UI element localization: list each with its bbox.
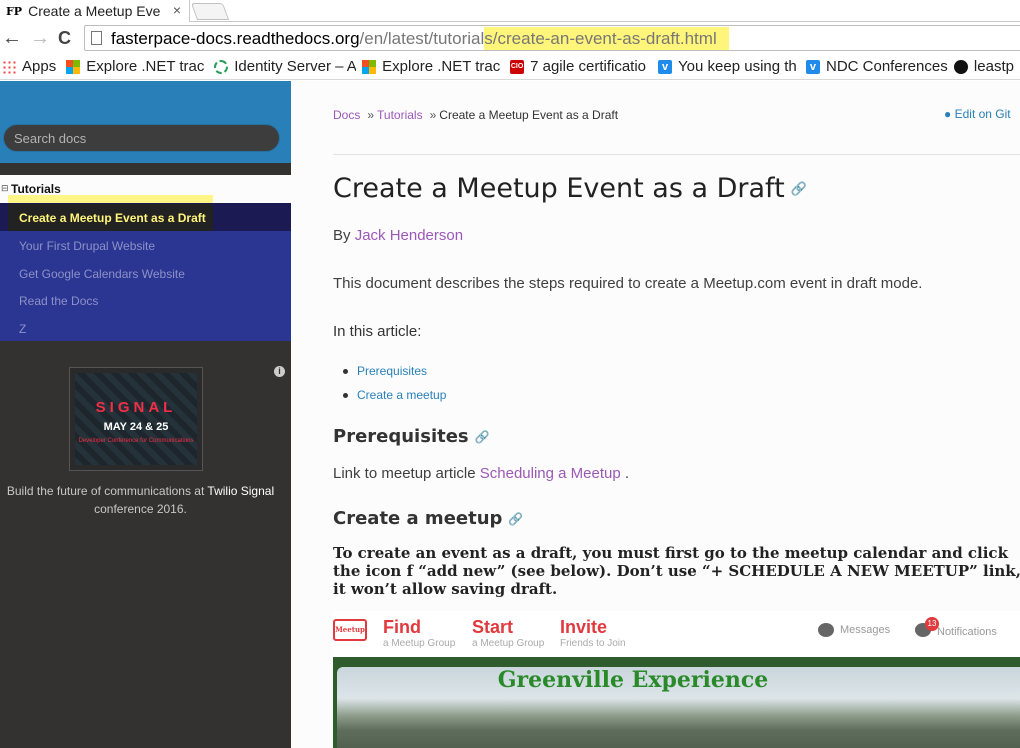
address-bar[interactable]: fasterpace-docs.readthedocs.org/en/lates… [84, 25, 1020, 51]
cio-icon: CIO [510, 59, 525, 74]
bookmarks-bar: Apps Explore .NET trac Identity Server –… [0, 54, 1020, 80]
bookmark-item[interactable]: Explore .NET trac [64, 58, 208, 75]
ad-text[interactable]: Build the future of communications at Tw… [0, 482, 281, 518]
permalink-icon[interactable]: 🔗 [475, 430, 490, 444]
meetup-group-title: Greenville Experience [497, 667, 769, 693]
vimeo-icon: v [805, 59, 820, 74]
sidebar-link-list: Your First Drupal Website Get Google Cal… [0, 231, 291, 341]
bookmark-item[interactable]: leastp [952, 58, 1020, 75]
identity-server-icon [214, 59, 229, 74]
tab-strip: FP Create a Meetup Eve × [0, 0, 1020, 22]
apps-icon [2, 59, 16, 74]
sidebar-item-create-meetup-draft[interactable]: Create a Meetup Event as a Draft [8, 204, 213, 231]
reload-icon[interactable]: C [58, 27, 71, 49]
meetup-notifications: 13 Notifications [915, 617, 997, 640]
toc-link-create-meetup[interactable]: Create a meetup [333, 383, 446, 407]
meetup-nav-find: Find a Meetup Group [383, 617, 456, 649]
breadcrumb-current: Create a Meetup Event as a Draft [439, 108, 619, 122]
collapse-icon[interactable]: ⊟ [1, 183, 9, 194]
breadcrumb: Docs» Tutorials» Create a Meetup Event as … [333, 108, 619, 122]
site-favicon-icon: FP [6, 4, 23, 18]
page-title: Create a Meetup Event as a Draft 🔗 [333, 173, 807, 204]
browser-toolbar: ← → C fasterpace-docs.readthedocs.org/en… [0, 22, 1020, 54]
meetup-nav-invite: Invite Friends to Join [560, 617, 626, 649]
permalink-icon[interactable]: 🔗 [508, 512, 523, 526]
toc-link-prerequisites[interactable]: Prerequisites [333, 359, 446, 383]
tab-close-icon[interactable]: × [173, 2, 181, 18]
sidebar-item-current[interactable]: Create a Meetup Event as a Draft [0, 203, 291, 231]
bookmark-apps[interactable]: Apps [0, 58, 60, 75]
meetup-nav-start: Start a Meetup Group [472, 617, 545, 649]
bookmark-item[interactable]: CIO 7 agile certificatio [508, 58, 652, 75]
sidebar-item-drupal[interactable]: Your First Drupal Website [19, 239, 155, 253]
byline: By Jack Henderson [333, 227, 464, 244]
author-link[interactable]: Jack Henderson [355, 227, 463, 244]
divider [333, 154, 1020, 155]
sidebar-item-read-the-docs[interactable]: Read the Docs [19, 294, 98, 308]
search-input[interactable]: Search docs [3, 124, 280, 152]
microsoft-icon [66, 59, 81, 74]
docs-sidebar: Search docs ⊟ Tutorials Create a Meetup … [0, 81, 291, 748]
url-text: fasterpace-docs.readthedocs.org/en/lates… [111, 27, 729, 50]
prerequisites-paragraph: Link to meetup article Scheduling a Meet… [333, 465, 630, 482]
table-of-contents: Prerequisites Create a meetup [333, 359, 446, 407]
toc-heading: In this article: [333, 323, 422, 340]
scheduling-meetup-link[interactable]: Scheduling a Meetup [480, 465, 621, 482]
page-icon [91, 31, 102, 45]
breadcrumb-tutorials[interactable]: Tutorials [377, 108, 423, 122]
github-icon [953, 59, 968, 74]
prerequisites-heading: Prerequisites 🔗 [333, 426, 490, 447]
messages-icon [818, 623, 834, 637]
sidebar-item-z[interactable]: Z [19, 322, 26, 336]
permalink-icon[interactable]: 🔗 [791, 182, 807, 197]
sponsor-ad-image[interactable]: SIGNAL MAY 24 & 25 Developer Conference … [69, 367, 203, 471]
sidebar-header: Search docs [0, 81, 291, 163]
main-content: Docs» Tutorials» Create a Meetup Event as … [291, 81, 1020, 748]
intro-paragraph: This document describes the steps requir… [333, 275, 923, 292]
sidebar-item-google-calendars[interactable]: Get Google Calendars Website [19, 267, 185, 281]
github-icon: ● [944, 107, 952, 121]
notification-count-badge: 13 [925, 617, 939, 631]
tab-title: Create a Meetup Eve [28, 3, 161, 19]
microsoft-icon [362, 59, 377, 74]
browser-tab[interactable]: FP Create a Meetup Eve × [0, 0, 190, 22]
ad-subtitle: Developer Conference for Communications [78, 438, 194, 444]
meetup-screenshot: Meetup Find a Meetup Group Start a Meetup … [333, 611, 1020, 748]
bookmark-item[interactable]: Explore .NET trac [360, 58, 504, 75]
bookmark-item[interactable]: Identity Server – A [212, 58, 356, 75]
back-arrow-icon[interactable]: ← [2, 27, 22, 49]
sidebar-section-title[interactable]: Tutorials [11, 182, 61, 196]
create-meetup-heading: Create a meetup 🔗 [333, 508, 524, 529]
ad-date: MAY 24 & 25 [103, 421, 169, 433]
instructions-paragraph: To create an event as a draft, you must … [333, 544, 1020, 598]
forward-arrow-icon[interactable]: → [30, 27, 50, 49]
edit-on-github-link[interactable]: ● Edit on Git [944, 107, 1011, 121]
breadcrumb-docs[interactable]: Docs [333, 108, 360, 122]
meetup-group-banner: Greenville Experience [333, 657, 1020, 748]
bookmark-item[interactable]: v NDC Conferences [804, 58, 948, 75]
new-tab-button[interactable] [190, 3, 230, 20]
bookmark-item[interactable]: v You keep using th [656, 58, 800, 75]
ad-title: SIGNAL [95, 399, 177, 416]
meetup-messages: Messages [818, 623, 890, 637]
meetup-logo: Meetup [333, 619, 367, 641]
vimeo-icon: v [658, 59, 673, 74]
info-icon[interactable]: i [274, 366, 285, 377]
